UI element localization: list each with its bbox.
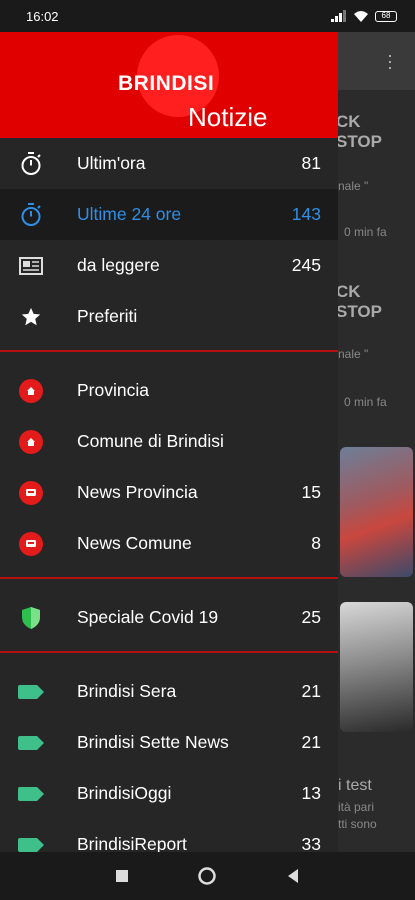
- tag-icon: [18, 679, 44, 705]
- menu-item-label: Preferiti: [77, 306, 138, 326]
- menu-item-label: BrindisiReport: [77, 834, 187, 852]
- bg-text: CK: [338, 112, 361, 131]
- menu-item-provincia[interactable]: Provincia: [0, 365, 338, 416]
- stopwatch-icon: [18, 202, 44, 228]
- tag-icon: [18, 730, 44, 756]
- tag-icon: [18, 781, 44, 807]
- tag-icon: [18, 832, 44, 853]
- menu-item-label: da leggere: [77, 255, 160, 275]
- menu-item-brindisireport[interactable]: BrindisiReport 33: [0, 819, 338, 852]
- bg-text: STOP: [338, 132, 382, 151]
- news-thumbnail[interactable]: [340, 447, 413, 577]
- status-time: 16:02: [26, 8, 59, 24]
- battery-icon: 68: [375, 10, 397, 22]
- menu-item-label: BrindisiOggi: [77, 783, 172, 803]
- bg-text: tti sono: [338, 817, 377, 831]
- menu-item-count: 245: [291, 255, 321, 275]
- menu-item-label: Brindisi Sette News: [77, 732, 229, 752]
- menu-item-comune-di-brindisi[interactable]: Comune di Brindisi: [0, 416, 338, 467]
- bg-text: 0 min fa: [344, 225, 387, 239]
- navigation-drawer: BRINDISI Notizie Ultim'ora 81 Ultime 24 …: [0, 32, 338, 852]
- menu-item-label: Provincia: [77, 380, 149, 400]
- stopwatch-icon: [18, 151, 44, 177]
- bg-text: CK: [338, 282, 361, 301]
- background-toolbar: · · ·: [338, 32, 415, 90]
- menu-item-count: 15: [301, 482, 321, 502]
- background-content: · · · CK STOP nale " 0 min fa CK STOP nale…: [338, 32, 415, 852]
- menu-item-label: News Provincia: [77, 482, 198, 502]
- section-divider: [0, 350, 338, 352]
- overflow-menu-icon[interactable]: · · ·: [387, 46, 393, 76]
- bg-text: i test: [338, 777, 372, 794]
- news-thumbnail[interactable]: [340, 602, 413, 732]
- menu-item-count: 25: [301, 607, 321, 627]
- menu-item-count: 8: [311, 533, 321, 553]
- status-icons: 68: [331, 10, 397, 22]
- drawer-header: BRINDISI Notizie: [0, 32, 338, 138]
- menu-item-speciale-covid-19[interactable]: Speciale Covid 19 25: [0, 592, 338, 643]
- home-button[interactable]: [197, 866, 217, 886]
- menu-item-news-comune[interactable]: News Comune 8: [0, 518, 338, 569]
- signal-icon: [331, 10, 346, 22]
- newspaper-icon: [18, 253, 44, 279]
- status-bar: 16:02 68: [0, 0, 415, 32]
- bg-text: STOP: [338, 302, 382, 321]
- menu-item-label: Ultim'ora: [77, 153, 146, 173]
- menu-item-ultimora[interactable]: Ultim'ora 81: [0, 138, 338, 189]
- menu-item-brindisioggi[interactable]: BrindisiOggi 13: [0, 768, 338, 819]
- menu-item-brindisi-sera[interactable]: Brindisi Sera 21: [0, 666, 338, 717]
- menu-item-da-leggere[interactable]: da leggere 245: [0, 240, 338, 291]
- star-icon: [18, 304, 44, 330]
- menu-item-ultime-24-ore[interactable]: Ultime 24 ore 143: [0, 189, 338, 240]
- menu-item-label: Brindisi Sera: [77, 681, 177, 701]
- bg-text: ità pari: [338, 800, 375, 814]
- bus-badge-icon: [18, 531, 44, 557]
- menu-item-count: 21: [301, 681, 321, 701]
- menu-item-label: Speciale Covid 19: [77, 607, 219, 627]
- menu-item-count: 143: [291, 204, 321, 224]
- system-nav-bar: [0, 852, 415, 900]
- menu-item-count: 13: [301, 783, 321, 803]
- section-divider: [0, 651, 338, 653]
- menu-item-count: 33: [301, 834, 321, 852]
- shield-icon: [18, 605, 44, 631]
- back-button[interactable]: [283, 866, 303, 886]
- bus-badge-icon: [18, 480, 44, 506]
- brand-subtitle: Notizie: [188, 102, 268, 132]
- wifi-icon: [354, 11, 368, 22]
- bg-text: nale ": [338, 347, 369, 361]
- bg-text: 0 min fa: [344, 395, 387, 409]
- recents-button[interactable]: [112, 866, 132, 886]
- home-badge-icon: [18, 378, 44, 404]
- menu-item-brindisi-sette-news[interactable]: Brindisi Sette News 21: [0, 717, 338, 768]
- section-divider: [0, 577, 338, 579]
- menu-item-preferiti[interactable]: Preferiti: [0, 291, 338, 342]
- menu-item-label: Comune di Brindisi: [77, 431, 224, 451]
- home-badge-icon: [18, 429, 44, 455]
- menu-item-news-provincia[interactable]: News Provincia 15: [0, 467, 338, 518]
- menu-item-count: 81: [301, 153, 321, 173]
- menu-item-label: Ultime 24 ore: [77, 204, 182, 224]
- brand-title: BRINDISI: [118, 72, 215, 95]
- menu-item-count: 21: [301, 732, 321, 752]
- bg-text: nale ": [338, 179, 369, 193]
- menu-item-label: News Comune: [77, 533, 192, 553]
